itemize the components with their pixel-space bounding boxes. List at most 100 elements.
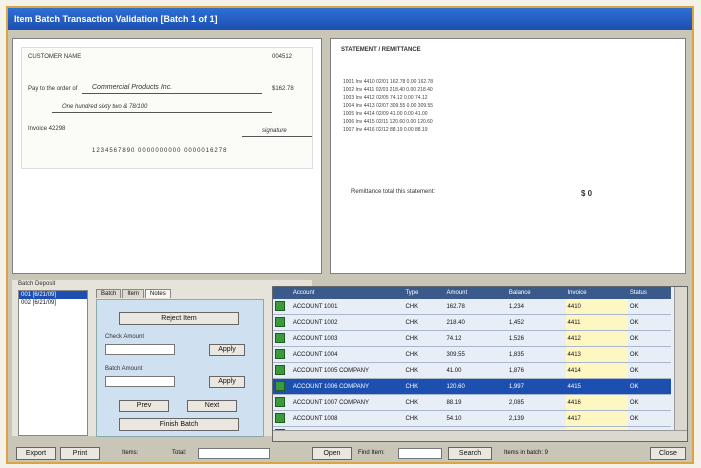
- apply-check-button[interactable]: Apply: [209, 344, 245, 356]
- batch-list[interactable]: 001 [6/21/09] 002 [6/21/09]: [18, 290, 88, 436]
- search-button[interactable]: Search: [448, 447, 492, 460]
- cell-status: OK: [627, 346, 671, 363]
- cell-status: OK: [627, 378, 671, 395]
- check-payee-label: Pay to the order of: [28, 86, 78, 92]
- transaction-grid: Account Type Amount Balance Invoice Stat…: [272, 286, 688, 442]
- total-field[interactable]: [198, 448, 270, 459]
- cell-type: CHK: [403, 394, 445, 411]
- window-title: Item Batch Transaction Validation [Batch…: [8, 8, 692, 30]
- cell-status: OK: [627, 314, 671, 331]
- check-micr: 1234567890 0000000000 0000016278: [92, 148, 228, 154]
- table-row[interactable]: ACCOUNT 1007 COMPANY CHK 88.19 2,085 4416 OK: [273, 394, 671, 411]
- statement-heading: STATEMENT / REMITTANCE: [341, 47, 421, 53]
- cell-balance: 1,234: [506, 299, 566, 315]
- grid-horizontal-scrollbar[interactable]: [273, 430, 687, 441]
- checkbox-icon[interactable]: [275, 412, 285, 423]
- column-header-balance[interactable]: Balance: [506, 287, 566, 299]
- cell-invoice: 4412: [565, 330, 628, 347]
- cell-invoice: 4413: [565, 346, 628, 363]
- checkbox-icon[interactable]: [275, 316, 285, 327]
- check-memo: Invoice 42298: [28, 126, 66, 132]
- check-amount-box: $162.78: [272, 86, 294, 92]
- finish-batch-button[interactable]: Finish Batch: [119, 418, 239, 431]
- table-row[interactable]: ACCOUNT 1008 CHK 54.10 2,139 4417 OK: [273, 410, 671, 427]
- column-header-status[interactable]: Status: [627, 287, 671, 299]
- item-count-label: Items in batch: 9: [504, 450, 549, 456]
- cell-type: CHK: [403, 346, 445, 363]
- cell-amount: 54.10: [444, 410, 507, 427]
- item-panel: Reject Item Check Amount Apply Batch Amo…: [96, 299, 264, 437]
- table-row[interactable]: ACCOUNT 1001 CHK 162.78 1,234 4410 OK: [273, 299, 671, 315]
- find-item-label: Find Item:: [358, 450, 385, 456]
- cell-amount: 88.19: [444, 394, 507, 411]
- checkbox-icon[interactable]: [275, 332, 285, 343]
- close-button[interactable]: Close: [650, 447, 686, 460]
- statement-row: 1004 Inv 4413 02/07 309.55 0.00 309.55: [343, 103, 434, 109]
- checkbox-icon[interactable]: [275, 300, 285, 311]
- items-label: Items:: [122, 450, 139, 456]
- cell-account: ACCOUNT 1007 COMPANY: [290, 394, 404, 411]
- table-row[interactable]: ACCOUNT 1003 CHK 74.12 1,526 4412 OK: [273, 330, 671, 347]
- cell-account: ACCOUNT 1001: [290, 299, 404, 315]
- batch-amount-input[interactable]: [105, 376, 175, 387]
- cell-balance: 1,997: [506, 378, 566, 395]
- statement-row: 1002 Inv 4411 02/03 218.40 0.00 218.40: [343, 87, 433, 93]
- cell-amount: 120.60: [444, 378, 507, 395]
- check-amount-input[interactable]: [105, 344, 175, 355]
- grid-vertical-scrollbar[interactable]: [674, 287, 687, 441]
- cell-type: CHK: [403, 330, 445, 347]
- find-item-input[interactable]: [398, 448, 442, 459]
- checkbox-icon[interactable]: [275, 348, 285, 359]
- table-header-row: Account Type Amount Balance Invoice Stat…: [273, 287, 671, 299]
- checkbox-icon[interactable]: [275, 380, 285, 391]
- table-row[interactable]: ACCOUNT 1006 COMPANY CHK 120.60 1,997 4415 OK: [273, 378, 671, 395]
- statement-row: 1007 Inv 4416 02/12 88.19 0.00 88.19: [343, 127, 428, 133]
- check-amount-text: One hundred sixty two & 78/100: [62, 104, 148, 110]
- column-header-select[interactable]: [273, 287, 291, 299]
- cell-balance: 1,526: [506, 330, 566, 347]
- check-image-pane: CUSTOMER NAME 004512 Pay to the order of…: [12, 38, 322, 274]
- check-image: CUSTOMER NAME 004512 Pay to the order of…: [21, 47, 313, 169]
- column-header-invoice[interactable]: Invoice: [565, 287, 628, 299]
- cell-account: ACCOUNT 1003: [290, 330, 404, 347]
- apply-batch-button[interactable]: Apply: [209, 376, 245, 388]
- transaction-table: Account Type Amount Balance Invoice Stat…: [273, 287, 671, 441]
- batch-list-header: Batch Deposit: [18, 281, 56, 287]
- cell-select: [273, 299, 291, 315]
- check-payee: Commercial Products Inc.: [92, 84, 173, 91]
- batch-list-item[interactable]: 001 [6/21/09]: [19, 291, 87, 299]
- statement-image-pane: STATEMENT / REMITTANCE 1001 Inv 4410 02/…: [330, 38, 686, 274]
- table-row[interactable]: ACCOUNT 1002 CHK 218.40 1,452 4411 OK: [273, 314, 671, 331]
- checkbox-icon[interactable]: [275, 364, 285, 375]
- cell-status: OK: [627, 410, 671, 427]
- cell-type: CHK: [403, 299, 445, 315]
- tab-item[interactable]: Item: [122, 289, 145, 298]
- reject-item-button[interactable]: Reject Item: [119, 312, 239, 325]
- cell-select: [273, 314, 291, 331]
- statement-row: 1005 Inv 4414 02/09 41.00 0.00 41.00: [343, 111, 428, 117]
- table-row[interactable]: ACCOUNT 1004 CHK 309.55 1,835 4413 OK: [273, 346, 671, 363]
- check-payor: CUSTOMER NAME: [28, 54, 82, 60]
- prev-button[interactable]: Prev: [119, 400, 169, 412]
- cell-type: CHK: [403, 362, 445, 379]
- batch-list-item[interactable]: 002 [6/21/09]: [19, 299, 87, 307]
- print-button[interactable]: Print: [60, 447, 100, 460]
- open-button[interactable]: Open: [312, 447, 352, 460]
- cell-type: CHK: [403, 378, 445, 395]
- cell-balance: 2,085: [506, 394, 566, 411]
- statement-footer: Remittance total this statement:: [351, 189, 436, 195]
- table-row[interactable]: ACCOUNT 1005 COMPANY CHK 41.00 1,876 4414 OK: [273, 362, 671, 379]
- next-button[interactable]: Next: [187, 400, 237, 412]
- cell-account: ACCOUNT 1005 COMPANY: [290, 362, 404, 379]
- tab-notes[interactable]: Notes: [145, 289, 171, 298]
- cell-select: [273, 394, 291, 411]
- cell-amount: 74.12: [444, 330, 507, 347]
- column-header-type[interactable]: Type: [403, 287, 445, 299]
- column-header-account[interactable]: Account: [290, 287, 404, 299]
- tab-batch[interactable]: Batch: [96, 289, 122, 298]
- cell-type: CHK: [403, 314, 445, 331]
- column-header-amount[interactable]: Amount: [444, 287, 507, 299]
- statement-row: 1001 Inv 4410 02/01 162.78 0.00 162.78: [343, 79, 434, 85]
- export-button[interactable]: Export: [16, 447, 56, 460]
- checkbox-icon[interactable]: [275, 396, 285, 407]
